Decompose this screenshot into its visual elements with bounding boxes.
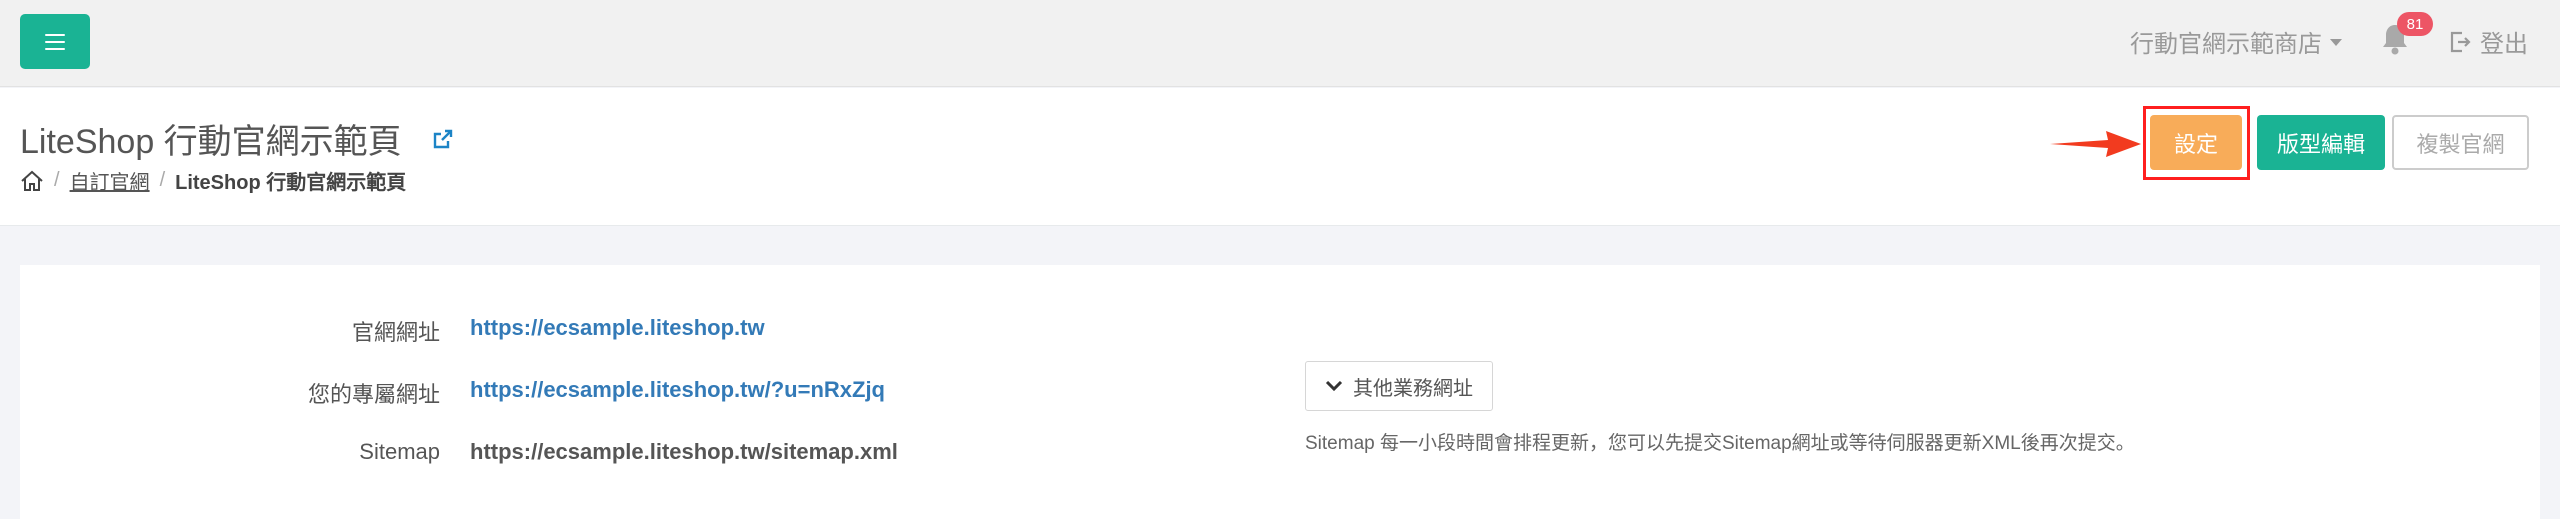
private-url-label: 您的專屬網址 — [307, 382, 440, 407]
caret-down-icon — [2330, 39, 2342, 46]
site-url-label: 官網網址 — [351, 320, 440, 345]
chevron-down-icon — [1325, 380, 1343, 392]
breadcrumb-separator: / — [159, 169, 166, 191]
menu-toggle-button[interactable] — [20, 14, 90, 69]
breadcrumb-current: LiteShop 行動官網示範頁 — [175, 172, 407, 194]
private-url-link[interactable]: https://ecsample.liteshop.tw/?u=nRxZjq — [470, 377, 885, 403]
other-urls-label: 其他業務網址 — [1353, 377, 1473, 400]
site-url-link[interactable]: https://ecsample.liteshop.tw — [470, 315, 765, 341]
site-details-panel: 官網網址 https://ecsample.liteshop.tw 您的專屬網址… — [20, 265, 2540, 519]
store-name: 行動官網示範商店 — [2130, 31, 2322, 58]
breadcrumb-custom-site[interactable]: 自訂官網 — [70, 166, 150, 195]
red-arrow-annotation — [2050, 131, 2141, 157]
other-urls-button[interactable]: 其他業務網址 — [1305, 361, 1493, 411]
sitemap-label: Sitemap — [359, 439, 440, 464]
page-title: LiteShop 行動官網示範頁 — [20, 123, 402, 161]
hamburger-icon — [45, 33, 65, 50]
home-icon[interactable] — [20, 170, 44, 192]
layout-edit-button[interactable]: 版型編輯 — [2257, 115, 2385, 170]
page-header: LiteShop 行動官網示範頁 / 自訂官網 / LiteShop 行動官網示… — [0, 88, 2560, 226]
top-navbar: 行動官網示範商店 81 登出 — [0, 0, 2560, 87]
breadcrumb-separator: / — [54, 169, 60, 191]
logout-link[interactable]: 登出 — [2448, 24, 2528, 59]
breadcrumb: / 自訂官網 / LiteShop 行動官網示範頁 — [20, 166, 406, 195]
logout-icon — [2450, 31, 2471, 52]
copy-site-button[interactable]: 複製官網 — [2392, 115, 2529, 170]
logout-label: 登出 — [2480, 31, 2528, 58]
sitemap-url: https://ecsample.liteshop.tw/sitemap.xml — [470, 439, 898, 464]
settings-button[interactable]: 設定 — [2150, 115, 2242, 170]
store-selector[interactable]: 行動官網示範商店 — [2130, 24, 2342, 59]
notification-badge: 81 — [2397, 12, 2433, 36]
sitemap-note: Sitemap 每一小段時間會排程更新，您可以先提交Sitemap網址或等待伺服… — [1305, 433, 2135, 454]
external-link-icon[interactable] — [432, 128, 454, 150]
page-title-row: LiteShop 行動官網示範頁 — [20, 114, 454, 163]
